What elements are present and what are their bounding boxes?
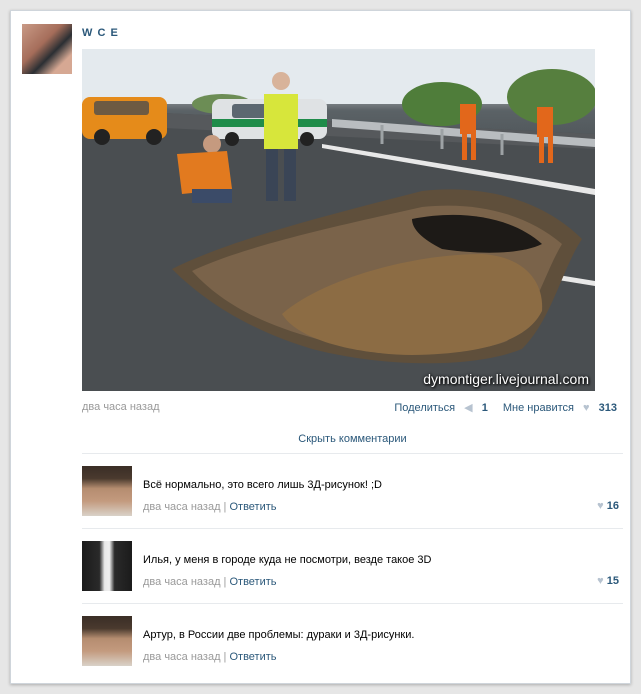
comment-text: Илья, у меня в городе куда не посмотри, … xyxy=(143,554,432,566)
divider xyxy=(82,528,623,529)
comment-time[interactable]: два часа назад xyxy=(143,576,220,588)
divider xyxy=(82,453,623,454)
hide-comments-link[interactable]: Скрыть комментарии xyxy=(82,433,623,445)
share-count: 1 xyxy=(481,402,488,414)
comment-meta: два часа назад | Ответить xyxy=(143,576,277,588)
author-name[interactable]: W C E xyxy=(82,27,119,39)
comment-time[interactable]: два часа назад xyxy=(143,651,220,663)
post-time[interactable]: два часа назад xyxy=(82,401,159,413)
reply-link[interactable]: Ответить xyxy=(229,576,276,588)
commenter-avatar[interactable] xyxy=(82,541,132,591)
comment-meta: два часа назад | Ответить xyxy=(143,651,277,663)
comment-like-button[interactable]: ♥ 16 xyxy=(597,500,619,512)
comment-meta: два часа назад | Ответить xyxy=(143,501,277,513)
post-actions: Поделиться ◀ 1 Мне нравится ♥ 313 xyxy=(382,401,617,414)
comment-item: Артур, в России две проблемы: дураки и 3… xyxy=(82,616,623,670)
like-button[interactable]: Мне нравится ♥ 313 xyxy=(497,402,617,414)
heart-icon: ♥ xyxy=(583,402,590,414)
comment-time[interactable]: два часа назад xyxy=(143,501,220,513)
comment-item: Илья, у меня в городе куда не посмотри, … xyxy=(82,541,623,595)
photo-watermark: dymontiger.livejournal.com xyxy=(423,371,589,387)
like-count: 313 xyxy=(598,402,617,414)
comment-text: Всё нормально, это всего лишь 3Д-рисунок… xyxy=(143,479,382,491)
sinkhole-photo-illustration xyxy=(82,49,595,391)
megaphone-icon: ◀ xyxy=(464,402,473,414)
share-button[interactable]: Поделиться ◀ 1 xyxy=(388,402,491,414)
heart-icon: ♥ xyxy=(597,500,604,512)
commenter-avatar[interactable] xyxy=(82,616,132,666)
reply-link[interactable]: Ответить xyxy=(229,651,276,663)
reply-link[interactable]: Ответить xyxy=(229,501,276,513)
comment-text: Артур, в России две проблемы: дураки и 3… xyxy=(143,629,415,641)
post-meta: два часа назад Поделиться ◀ 1 Мне нравит… xyxy=(82,401,617,414)
comment-like-button[interactable]: ♥ 15 xyxy=(597,575,619,587)
post-photo[interactable]: dymontiger.livejournal.com xyxy=(82,49,595,391)
commenter-avatar[interactable] xyxy=(82,466,132,516)
author-avatar[interactable] xyxy=(22,24,72,74)
divider xyxy=(82,603,623,604)
post-card: W C E dymontiger.livejournal.com два час… xyxy=(10,10,631,684)
comment-like-count: 15 xyxy=(606,575,619,587)
like-label: Мне нравится xyxy=(502,402,574,414)
share-label: Поделиться xyxy=(394,402,456,414)
comment-item: Всё нормально, это всего лишь 3Д-рисунок… xyxy=(82,466,623,520)
comment-like-count: 16 xyxy=(606,500,619,512)
heart-icon: ♥ xyxy=(597,575,604,587)
